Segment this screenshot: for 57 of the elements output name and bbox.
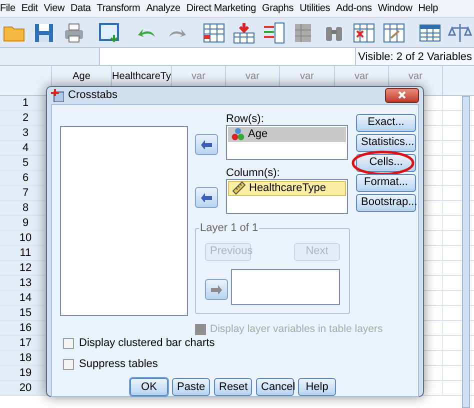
menu-item[interactable]: Window bbox=[378, 1, 412, 16]
visible-variables-label: Visible: 2 of 2 Variables bbox=[355, 48, 474, 65]
variable-name: HealthcareType bbox=[249, 180, 326, 196]
list-label: Row(s): bbox=[226, 112, 265, 124]
close-button[interactable] bbox=[385, 88, 419, 103]
move-arrow-button[interactable] bbox=[205, 278, 228, 300]
close-icon bbox=[398, 91, 406, 100]
dialog-button[interactable]: Format... bbox=[356, 174, 416, 192]
checkbox[interactable] bbox=[63, 358, 74, 370]
layer-variable-list[interactable] bbox=[231, 268, 340, 304]
column-variable-list[interactable]: HealthcareType bbox=[226, 178, 348, 214]
right-arrow-icon bbox=[211, 284, 222, 294]
checkbox-label: Display layer variables in table layers bbox=[210, 322, 383, 336]
menu-item[interactable]: View bbox=[44, 1, 64, 16]
checkbox-label: Display clustered bar charts bbox=[79, 336, 215, 352]
checkbox-label: Suppress tables bbox=[79, 356, 158, 372]
row-variable-list[interactable]: Age bbox=[226, 124, 348, 160]
table-icon[interactable] bbox=[352, 20, 376, 44]
menu-item[interactable]: Data bbox=[70, 1, 91, 16]
list-icon[interactable] bbox=[262, 20, 286, 44]
table-icon[interactable] bbox=[202, 20, 226, 44]
menu-item[interactable]: Direct Marketing bbox=[186, 1, 256, 16]
cell-value-field[interactable] bbox=[99, 48, 356, 65]
menu-item[interactable]: Graphs bbox=[262, 1, 294, 16]
menu-item[interactable]: Analyze bbox=[146, 1, 180, 16]
table-icon[interactable] bbox=[382, 20, 406, 44]
list-label: Column(s): bbox=[226, 166, 281, 178]
menu-item[interactable]: Edit bbox=[21, 1, 38, 16]
variable-name: Age bbox=[248, 126, 268, 142]
printer-icon[interactable] bbox=[62, 20, 86, 44]
left-arrow-icon bbox=[201, 192, 212, 202]
dialog-button[interactable]: Bootstrap... bbox=[356, 194, 416, 212]
scrollbar[interactable] bbox=[462, 96, 470, 408]
dialog-button[interactable]: Paste bbox=[172, 378, 210, 396]
menu-item[interactable]: Utilities bbox=[300, 1, 330, 16]
menu-item[interactable]: Help bbox=[418, 1, 438, 16]
nominal-variable-icon bbox=[231, 127, 245, 141]
menu-item[interactable]: File bbox=[0, 1, 16, 16]
dialog-button[interactable]: Exact... bbox=[356, 114, 416, 132]
dialog-button[interactable]: Statistics... bbox=[356, 134, 416, 152]
move-arrow-button[interactable] bbox=[195, 134, 218, 154]
variable-item[interactable]: Age bbox=[228, 126, 346, 142]
download-table-icon[interactable] bbox=[232, 20, 256, 44]
dialog-button[interactable]: Help bbox=[298, 378, 336, 396]
crosstabs-icon bbox=[51, 88, 64, 102]
variable-item[interactable]: HealthcareType bbox=[228, 180, 346, 196]
source-variable-list[interactable] bbox=[60, 126, 188, 316]
ruler-icon bbox=[232, 181, 246, 195]
menu-item[interactable]: Add-ons bbox=[336, 1, 372, 16]
menu-item[interactable]: Transform bbox=[96, 1, 140, 16]
move-arrow-button[interactable] bbox=[195, 186, 218, 208]
dialog-button[interactable]: Reset bbox=[214, 378, 252, 396]
dialog-button[interactable]: OK bbox=[130, 378, 168, 396]
left-arrow-icon bbox=[201, 140, 212, 148]
group-title: Layer 1 of 1 bbox=[199, 222, 260, 234]
dialog-button[interactable]: Cancel bbox=[256, 378, 294, 396]
checkbox[interactable] bbox=[63, 338, 74, 349]
